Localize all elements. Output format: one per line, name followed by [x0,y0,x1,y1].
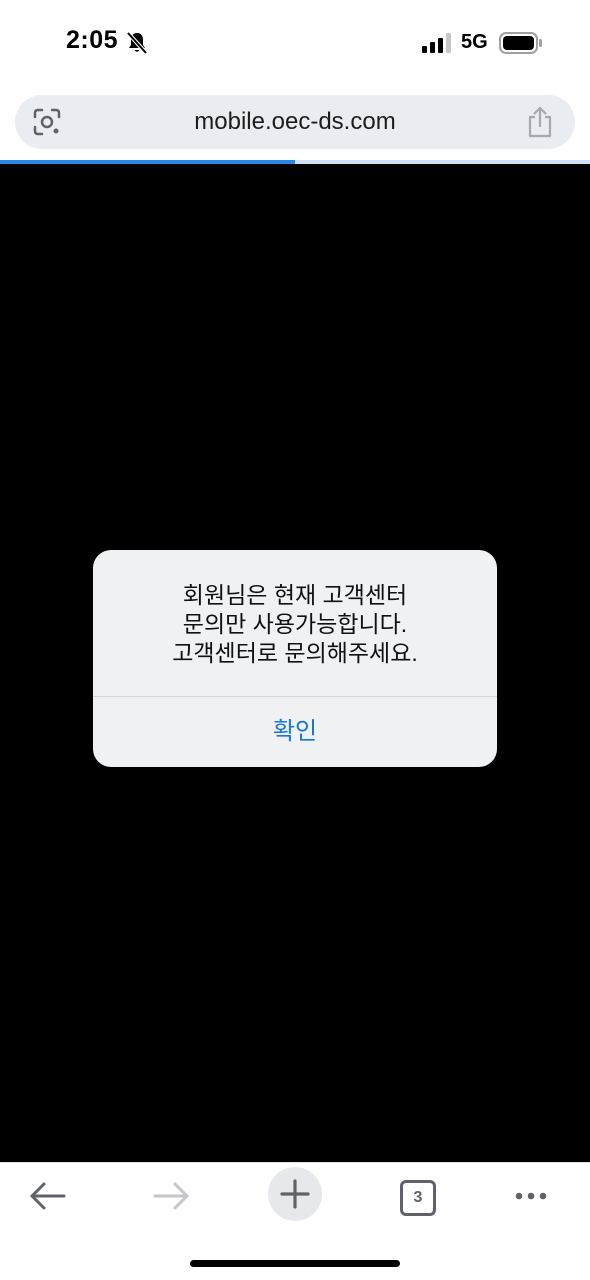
alert-message: 회원님은 현재 고객센터 문의만 사용가능합니다. 고객센터로 문의해주세요. [113,581,477,668]
alert-message-line: 문의만 사용가능합니다. [182,611,408,637]
tab-switcher-button[interactable]: 3 [390,1172,446,1228]
network-label: 5G [461,31,488,53]
more-menu-button[interactable] [503,1172,559,1228]
forward-button[interactable] [143,1172,199,1228]
more-icon [515,1192,547,1200]
tab-switcher-icon: 3 [400,1180,436,1216]
forward-arrow-icon [153,1182,189,1210]
address-area: mobile.oec-ds.com [0,90,590,160]
status-bar: 2:05 5G [0,0,590,90]
signal-icon [422,33,451,53]
alert-message-line: 회원님은 현재 고객센터 [182,582,408,608]
plus-icon [280,1179,310,1209]
confirm-button[interactable]: 확인 [93,697,497,767]
toolbar-divider [0,1162,590,1163]
url-bar[interactable]: mobile.oec-ds.com [15,95,575,149]
alert-message-line: 고객센터로 문의해주세요. [172,640,418,666]
url-text[interactable]: mobile.oec-ds.com [15,108,575,136]
bell-slash-icon [126,31,148,55]
back-button[interactable] [20,1172,76,1228]
new-tab-button[interactable] [268,1167,322,1221]
status-time: 2:05 [66,26,119,54]
alert-dialog: 회원님은 현재 고객센터 문의만 사용가능합니다. 고객센터로 문의해주세요. … [93,550,497,767]
share-icon[interactable] [526,106,554,138]
home-indicator [190,1260,400,1267]
back-arrow-icon [30,1182,66,1210]
battery-icon [499,32,542,54]
